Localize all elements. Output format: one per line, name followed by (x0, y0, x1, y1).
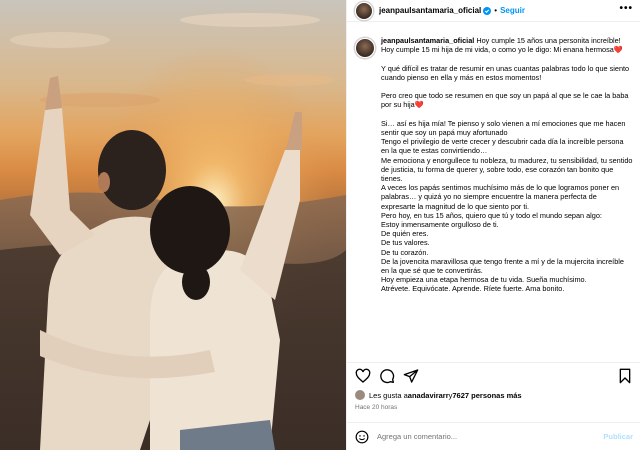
heart-icon[interactable] (355, 368, 371, 384)
post-caption: jeanpaulsantamaria_oficial Hoy cumple 15… (347, 36, 640, 358)
comment-bar: Publicar (347, 422, 640, 450)
follow-button[interactable]: Seguir (500, 6, 525, 15)
caption-line: Me emociona y enorgullece tu nobleza, tu… (381, 155, 635, 184)
bookmark-icon[interactable] (617, 368, 633, 384)
author-avatar[interactable] (355, 1, 373, 20)
caption-line: Atrévete. Equivócate. Aprende. Ríete fue… (381, 284, 565, 294)
publish-button[interactable]: Publicar (603, 432, 633, 441)
more-options-icon[interactable]: ••• (619, 3, 633, 14)
caption-line: De tus valores. (381, 238, 430, 248)
caption-line: Hoy empieza una etapa hermosa de tu vida… (381, 275, 587, 285)
post-timestamp: Hace 20 horas (355, 404, 398, 411)
author-username[interactable]: jeanpaulsantamaria_oficial (379, 6, 481, 15)
caption-line: De la jovencita maravillosa que tengo fr… (381, 256, 626, 276)
caption-line: Pero hoy, en tus 15 años, quiero que tú … (381, 210, 602, 220)
post-details-panel: jeanpaulsantamaria_oficial • Seguir ••• … (346, 0, 640, 450)
caption-line: Si… así es hija mía! Te pienso y solo vi… (381, 118, 628, 138)
caption-line: Y qué difícil es tratar de resumir en un… (381, 63, 632, 82)
comment-icon[interactable] (379, 368, 395, 384)
caption-line: Estoy inmensamente orgulloso de ti. (381, 220, 499, 230)
post-header: jeanpaulsantamaria_oficial • Seguir ••• (347, 0, 640, 22)
caption-text: jeanpaulsantamaria_oficial Hoy cumple 15… (381, 36, 633, 294)
caption-line: Tengo el privilegio de verte crecer y de… (381, 137, 626, 156)
caption-line: De tu corazón. (381, 247, 429, 257)
share-icon[interactable] (403, 368, 419, 384)
caption-author-avatar[interactable] (355, 38, 375, 58)
caption-line: Pero creo que todo se resumen en que soy… (381, 91, 631, 110)
comment-input[interactable] (377, 432, 577, 441)
couple-sunset-illustration (0, 0, 346, 450)
caption-username[interactable]: jeanpaulsantamaria_oficial (381, 36, 474, 45)
post-actions-bar (347, 362, 640, 388)
verified-badge-icon (483, 6, 492, 15)
post-photo (0, 0, 346, 450)
caption-line: A veces los papás sentimos muchísimo más… (381, 183, 622, 211)
emoji-icon[interactable] (355, 430, 369, 444)
caption-line: De quién eres. (381, 229, 429, 239)
likes-user[interactable]: anadavirarr (408, 391, 449, 400)
separator-dot: • (494, 6, 498, 15)
likes-prefix: Les gusta a (369, 390, 408, 400)
likes-count[interactable]: 7627 personas más (452, 391, 521, 400)
liker-avatar[interactable] (355, 390, 365, 400)
likes-summary: Les gusta a anadavirarr y 7627 personas … (355, 390, 522, 400)
